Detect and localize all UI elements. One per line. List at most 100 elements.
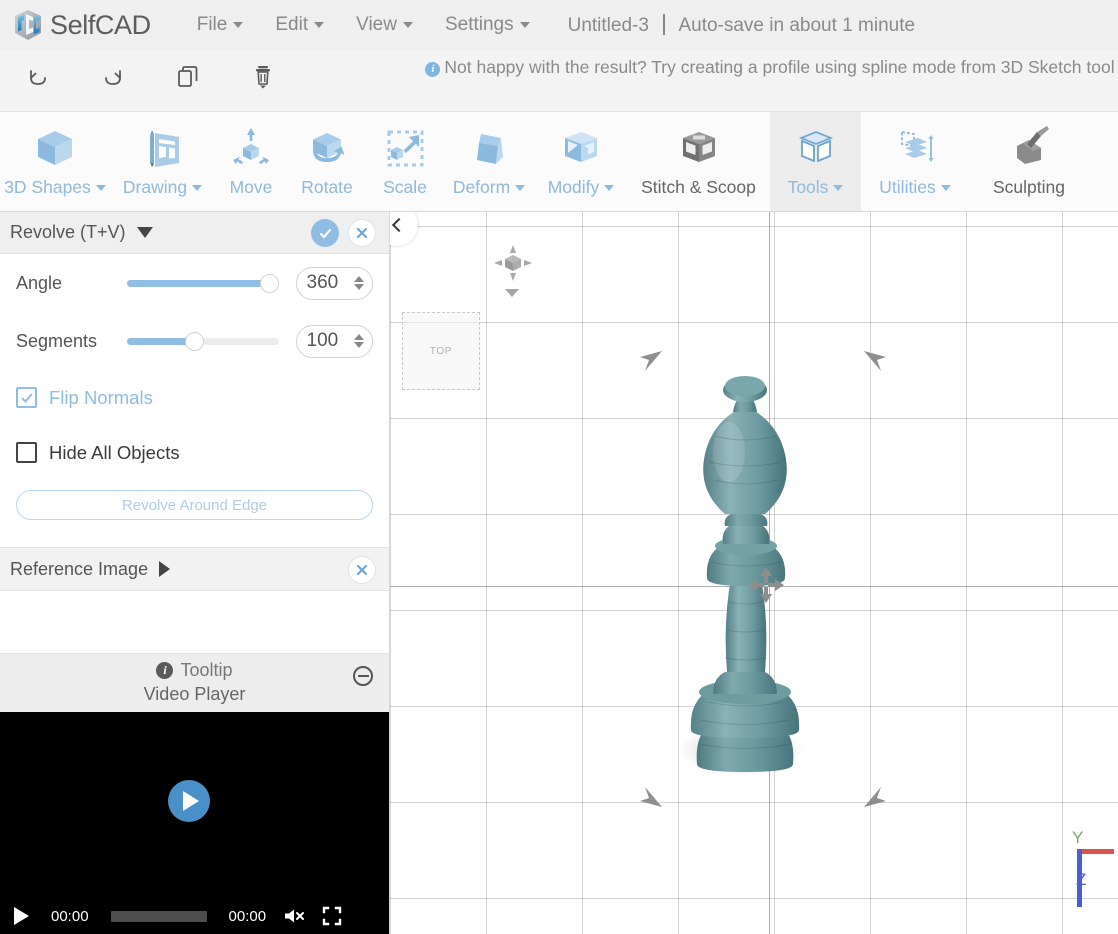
reference-image-actions [348,556,376,584]
speaker-muted-icon[interactable] [284,907,306,925]
caret-right-icon[interactable] [159,561,170,577]
scale-cube-icon [381,121,429,175]
chevron-down-icon [192,185,202,191]
brand-logo[interactable]: SelfCAD [11,8,151,42]
ribbon-item-sculpting-label: Sculpting [993,177,1065,198]
axis-orientation-gizmo: Y Z [1052,827,1114,928]
ribbon-item-sculpting[interactable]: Sculpting [969,112,1089,211]
view-cube-down-arrow-icon[interactable] [503,286,521,304]
play-icon[interactable] [14,907,29,925]
revolve-around-edge-button[interactable]: Revolve Around Edge [16,490,373,520]
ribbon-label: Rotate [301,177,353,198]
cancel-button[interactable] [348,219,376,247]
stepper-up-icon[interactable] [354,334,364,340]
delete-button[interactable] [225,50,300,104]
reference-image-close-button[interactable] [348,556,376,584]
reference-image-header: Reference Image [0,547,389,591]
undo-button[interactable] [0,50,75,104]
ribbon-item-rotate[interactable]: Rotate [287,112,367,211]
play-circle-icon[interactable] [168,780,210,822]
ribbon-item-modify[interactable]: Modify [535,112,627,211]
ribbon-item-modify-label: Modify [548,177,600,198]
view-orientation-label-box[interactable]: TOP [402,312,480,390]
checkbox-box[interactable] [16,442,37,463]
left-tool-panel: Revolve (T+V) Angle [0,212,390,934]
viewport-3d[interactable]: TOP [390,212,1118,934]
fullscreen-icon[interactable] [322,906,342,926]
view-orientation-label: TOP [430,346,452,357]
axis-y-label: Y [1072,828,1083,847]
stepper-down-icon[interactable] [354,342,364,348]
segments-slider[interactable] [127,331,278,351]
chevron-down-icon [233,22,243,28]
segments-label: Segments [16,331,127,352]
move-arrows-cube-icon [227,121,275,175]
angle-slider-knob[interactable] [260,274,279,293]
video-progress-bar[interactable] [111,911,207,922]
angle-value: 360 [307,272,354,294]
tooltip-video-player[interactable]: 00:00 00:00 [0,712,389,934]
deform-cube-icon [465,121,513,175]
stepper-up-icon[interactable] [354,276,364,282]
video-current-time: 00:00 [51,908,89,925]
redo-button[interactable] [75,50,150,104]
angle-row: Angle 360 [0,254,389,312]
flip-normals-label: Flip Normals [49,387,153,409]
ribbon-item-3d-shapes[interactable]: 3D Shapes [0,112,110,211]
caret-down-icon[interactable] [137,227,153,238]
segments-slider-knob[interactable] [185,332,204,351]
angle-slider-fill [127,280,272,287]
rotate-view-arrow-icon[interactable] [862,348,890,379]
brand-name: SelfCAD [50,10,151,41]
ribbon-item-deform[interactable]: Deform [443,112,535,211]
reference-image-body [0,591,389,653]
menu-item-edit[interactable]: Edit [259,10,340,40]
move-gizmo-icon[interactable] [745,564,787,611]
video-controls: 00:00 00:00 [0,898,389,934]
chevron-down-icon [833,185,843,191]
ribbon-label: Sculpting [993,177,1065,198]
hide-all-objects-label: Hide All Objects [49,442,180,464]
ribbon-item-scale-label: Scale [383,177,427,198]
hide-all-objects-checkbox[interactable]: Hide All Objects [0,425,389,480]
utilities-layers-icon [891,121,939,175]
menu-item-view[interactable]: View [340,10,429,40]
ribbon-item-move[interactable]: Move [215,112,287,211]
chevron-left-icon [392,218,406,232]
stepper-down-icon[interactable] [354,284,364,290]
title-separator [663,14,665,35]
rotate-view-arrow-icon[interactable] [636,784,664,815]
angle-input[interactable]: 360 [296,267,373,300]
document-title[interactable]: Untitled-3 [568,15,649,36]
rotate-view-arrow-icon[interactable] [636,348,664,379]
segments-stepper[interactable] [354,334,364,348]
ribbon-item-scale[interactable]: Scale [367,112,443,211]
tool-ribbon: 3D Shapes Drawing [0,112,1118,212]
confirm-button[interactable] [311,219,339,247]
segments-input[interactable]: 100 [296,325,373,358]
ribbon-item-drawing-label: Drawing [123,177,187,198]
ribbon-label: Utilities [879,177,950,198]
ribbon-item-stitch-scoop-label: Stitch & Scoop [641,177,756,198]
menu-item-settings[interactable]: Settings [429,10,546,40]
chevron-down-icon [604,185,614,191]
axis-x-line [1078,849,1114,854]
menu-item-file[interactable]: File [181,10,260,40]
menu-item-edit-label: Edit [275,14,308,36]
checkbox-box[interactable] [16,387,37,408]
stitch-scoop-cube-icon [675,121,723,175]
video-duration: 00:00 [229,908,267,925]
hint-notice: iNot happy with the result? Try creating… [390,55,1118,80]
rotate-view-arrow-icon[interactable] [862,784,890,815]
info-circle-icon: i [156,662,173,679]
ribbon-item-stitch-scoop[interactable]: Stitch & Scoop [627,112,770,211]
copy-button[interactable] [150,50,225,104]
minus-circle-icon[interactable] [353,666,373,686]
ribbon-item-drawing[interactable]: Drawing [110,112,215,211]
ribbon-item-utilities-label: Utilities [879,177,935,198]
ribbon-item-utilities[interactable]: Utilities [861,112,969,211]
angle-stepper[interactable] [354,276,364,290]
angle-slider[interactable] [127,273,278,293]
ribbon-item-tools[interactable]: Tools [770,112,861,211]
flip-normals-checkbox[interactable]: Flip Normals [0,370,389,425]
